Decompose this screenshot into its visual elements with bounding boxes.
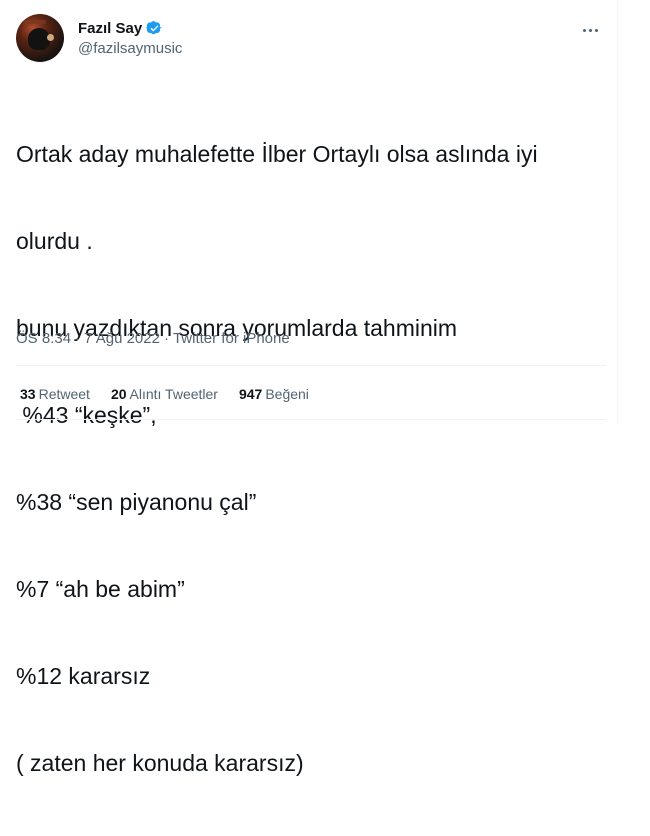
- tweet-source[interactable]: Twitter for iPhone: [173, 330, 290, 347]
- likes-label: Beğeni: [265, 386, 309, 402]
- author-names: Fazıl Say @fazilsaymusic: [78, 18, 182, 58]
- meta-separator: ·: [75, 330, 81, 347]
- likes-count: 947: [238, 386, 263, 402]
- tweet-line: olurdu .: [16, 228, 93, 254]
- divider: [16, 365, 606, 366]
- tweet-line: Ortak aday muhalefette İlber Ortaylı ols…: [16, 141, 538, 167]
- retweets-stat[interactable]: 33 Retweet: [20, 386, 90, 402]
- tweet-time[interactable]: ÖS 8:34: [16, 330, 71, 347]
- tweet-line: ( zaten her konuda kararsız): [16, 750, 304, 776]
- tweet-meta: ÖS 8:34 · 7 Ağu 2022 · Twitter for iPhon…: [16, 330, 290, 347]
- avatar[interactable]: [16, 14, 64, 62]
- meta-separator: ·: [163, 330, 169, 347]
- tweet-line: %12 kararsız: [16, 663, 151, 689]
- avatar-detail: [47, 34, 54, 41]
- divider: [16, 419, 606, 420]
- verified-badge-icon: [146, 20, 162, 34]
- display-name[interactable]: Fazıl Say: [78, 20, 142, 37]
- tweet-line: %38 “sen piyanonu çal”: [16, 489, 257, 515]
- quotes-count: 20: [110, 386, 127, 402]
- retweets-label: Retweet: [38, 386, 90, 402]
- tweet-card: Fazıl Say @fazilsaymusic Ortak aday muha…: [0, 0, 618, 776]
- more-dot: [588, 28, 592, 32]
- tweet-line: %43 “keşke”,: [16, 402, 157, 428]
- tweet-text: Ortak aday muhalefette İlber Ortaylı ols…: [16, 82, 606, 836]
- more-horizontal-icon[interactable]: [578, 20, 602, 40]
- retweets-count: 33: [20, 386, 36, 402]
- tweet-line: %7 “ah be abim”: [16, 576, 185, 602]
- tweet-stats: 33 Retweet 20 Alıntı Tweetler 947 Beğeni: [20, 386, 330, 402]
- quotes-label: Alıntı Tweetler: [129, 386, 218, 402]
- display-name-row: Fazıl Say: [78, 18, 182, 38]
- likes-stat[interactable]: 947 Beğeni: [239, 386, 309, 402]
- tweet-header: Fazıl Say @fazilsaymusic: [16, 14, 606, 64]
- author-handle[interactable]: @fazilsaymusic: [78, 40, 182, 57]
- tweet-date[interactable]: 7 Ağu 2022: [84, 330, 160, 347]
- more-dot: [582, 28, 586, 32]
- quotes-stat[interactable]: 20 Alıntı Tweetler: [111, 386, 218, 402]
- more-dot: [594, 28, 598, 32]
- avatar-detail: [24, 20, 46, 24]
